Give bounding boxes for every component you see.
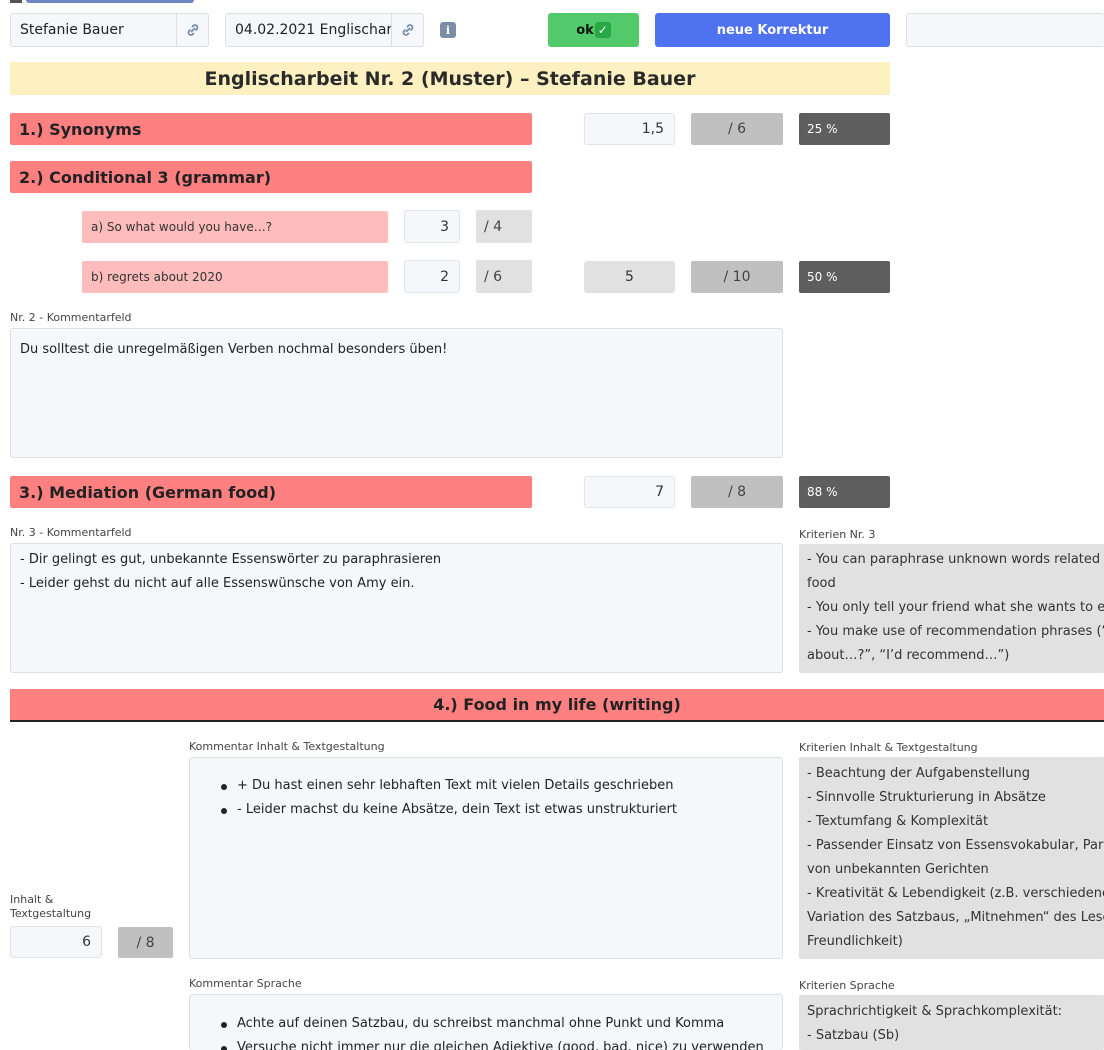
criteria-line: - You can paraphrase unknown words relat… — [807, 552, 1104, 567]
link-icon[interactable] — [391, 14, 423, 46]
task-4-language-criteria-label: Kriterien Sprache — [799, 979, 895, 992]
comment-bullet: Achte auf deinen Satzbau, du schreibst m… — [221, 1012, 773, 1036]
student-select[interactable]: Stefanie Bauer — [10, 13, 209, 47]
task-2-comment-label: Nr. 2 - Kommentarfeld — [10, 311, 132, 324]
criteria-line: - You make use of recommendation phrases… — [807, 624, 1104, 639]
page-title: Englischarbeit Nr. 2 (Muster) – Stefanie… — [10, 62, 890, 95]
task-1-header: 1.) Synonyms — [10, 113, 532, 145]
criteria-line: - You only tell your friend what she wan… — [807, 600, 1104, 615]
ok-button-label: ok — [576, 22, 594, 38]
link-icon[interactable] — [176, 14, 208, 46]
task-1-score-input[interactable]: 1,5 — [584, 113, 675, 145]
task-2a-max: / 4 — [476, 210, 532, 243]
task-4-language-criteria-box: Sprachrichtigkeit & Sprachkomplexität: -… — [799, 995, 1104, 1050]
task-3-header: 3.) Mediation (German food) — [10, 476, 532, 508]
task-3-max: / 8 — [691, 476, 783, 508]
criteria-line: - Kreativität & Lebendigkeit (z.B. versc… — [807, 886, 1104, 901]
criteria-line: Freundlichkeit) — [807, 934, 903, 949]
task-4-content-comment-field[interactable]: + Du hast einen sehr lebhaften Text mit … — [189, 757, 783, 959]
task-2-percent: 50 % — [799, 261, 890, 293]
task-2b-score-input[interactable]: 2 — [404, 260, 460, 293]
criteria-line: - Passender Einsatz von Essensvokabular,… — [807, 838, 1104, 853]
criteria-line: - Textumfang & Komplexität — [807, 814, 989, 829]
task-4-content-comment-label: Kommentar Inhalt & Textgestaltung — [189, 740, 385, 753]
task-4-header: 4.) Food in my life (writing) — [10, 689, 1104, 722]
top-cutoff-mark — [10, 0, 22, 3]
task-4-content-criteria-box: - Beachtung der Aufgabenstellung - Sinnv… — [799, 757, 1104, 959]
task-2-max: / 10 — [691, 261, 783, 293]
task-1-max: / 6 — [691, 113, 783, 145]
task-3-criteria-box: - You can paraphrase unknown words relat… — [799, 544, 1104, 673]
criteria-line: Sprachrichtigkeit & Sprachkomplexität: — [807, 1004, 1063, 1019]
criteria-line: - Beachtung der Aufgabenstellung — [807, 766, 1031, 781]
task-3-criteria-label: Kriterien Nr. 3 — [799, 528, 876, 541]
task-2a-header: a) So what would you have…? — [82, 211, 388, 243]
criteria-line: food — [807, 576, 836, 591]
extra-input[interactable] — [906, 13, 1104, 47]
student-select-value: Stefanie Bauer — [20, 22, 124, 38]
comment-line: - Dir gelingt es gut, unbekannte Essensw… — [20, 552, 442, 567]
criteria-line: - Sinnvolle Strukturierung in Absätze — [807, 790, 1046, 805]
info-icon[interactable]: i — [440, 22, 456, 38]
task-2a-score-input[interactable]: 3 — [404, 210, 460, 243]
comment-bullet: Versuche nicht immer nur die gleichen Ad… — [221, 1036, 773, 1050]
task-1-percent: 25 % — [799, 113, 890, 145]
task-3-comment-label: Nr. 3 - Kommentarfeld — [10, 526, 132, 539]
task-2-comment-text: Du solltest die unregelmäßigen Verben no… — [20, 342, 448, 357]
check-icon: ✓ — [594, 22, 611, 38]
task-4-content-label: Inhalt & Textgestaltung — [10, 893, 92, 920]
criteria-line: about…?”, “I’d recommend…”) — [807, 648, 1010, 663]
task-2b-header: b) regrets about 2020 — [82, 261, 388, 293]
task-2-total: 5 — [584, 261, 675, 293]
task-2-header: 2.) Conditional 3 (grammar) — [10, 161, 532, 193]
comment-bullet: + Du hast einen sehr lebhaften Text mit … — [221, 774, 773, 798]
task-4-content-score-input[interactable]: 6 — [10, 926, 102, 958]
task-3-percent: 88 % — [799, 476, 890, 508]
task-4-language-comment-field[interactable]: Achte auf deinen Satzbau, du schreibst m… — [189, 994, 783, 1050]
comment-bullet: - Leider machst du keine Absätze, dein T… — [221, 798, 773, 822]
task-3-comment-field[interactable]: - Dir gelingt es gut, unbekannte Essensw… — [10, 543, 783, 673]
task-2b-max: / 6 — [476, 260, 532, 293]
criteria-line: von unbekannten Gerichten — [807, 862, 989, 877]
task-4-language-comment-label: Kommentar Sprache — [189, 977, 302, 990]
task-3-score-input[interactable]: 7 — [584, 476, 675, 508]
task-4-content-criteria-label: Kriterien Inhalt & Textgestaltung — [799, 741, 978, 754]
exam-select[interactable]: 04.02.2021 Englischarbeit — [225, 13, 424, 47]
task-4-content-max: / 8 — [118, 927, 173, 958]
new-correction-label: neue Korrektur — [716, 22, 829, 38]
task-2-comment-field[interactable]: Du solltest die unregelmäßigen Verben no… — [10, 328, 783, 458]
criteria-line: - Satzbau (Sb) — [807, 1028, 900, 1043]
exam-select-value: 04.02.2021 Englischarbeit — [235, 22, 391, 38]
top-cutoff-tab[interactable] — [26, 0, 194, 3]
ok-button[interactable]: ok ✓ — [548, 13, 639, 47]
comment-line: - Leider gehst du nicht auf alle Essensw… — [20, 576, 415, 591]
criteria-line: Variation des Satzbaus, „Mitnehmen“ des … — [807, 910, 1104, 925]
new-correction-button[interactable]: neue Korrektur — [655, 13, 890, 47]
